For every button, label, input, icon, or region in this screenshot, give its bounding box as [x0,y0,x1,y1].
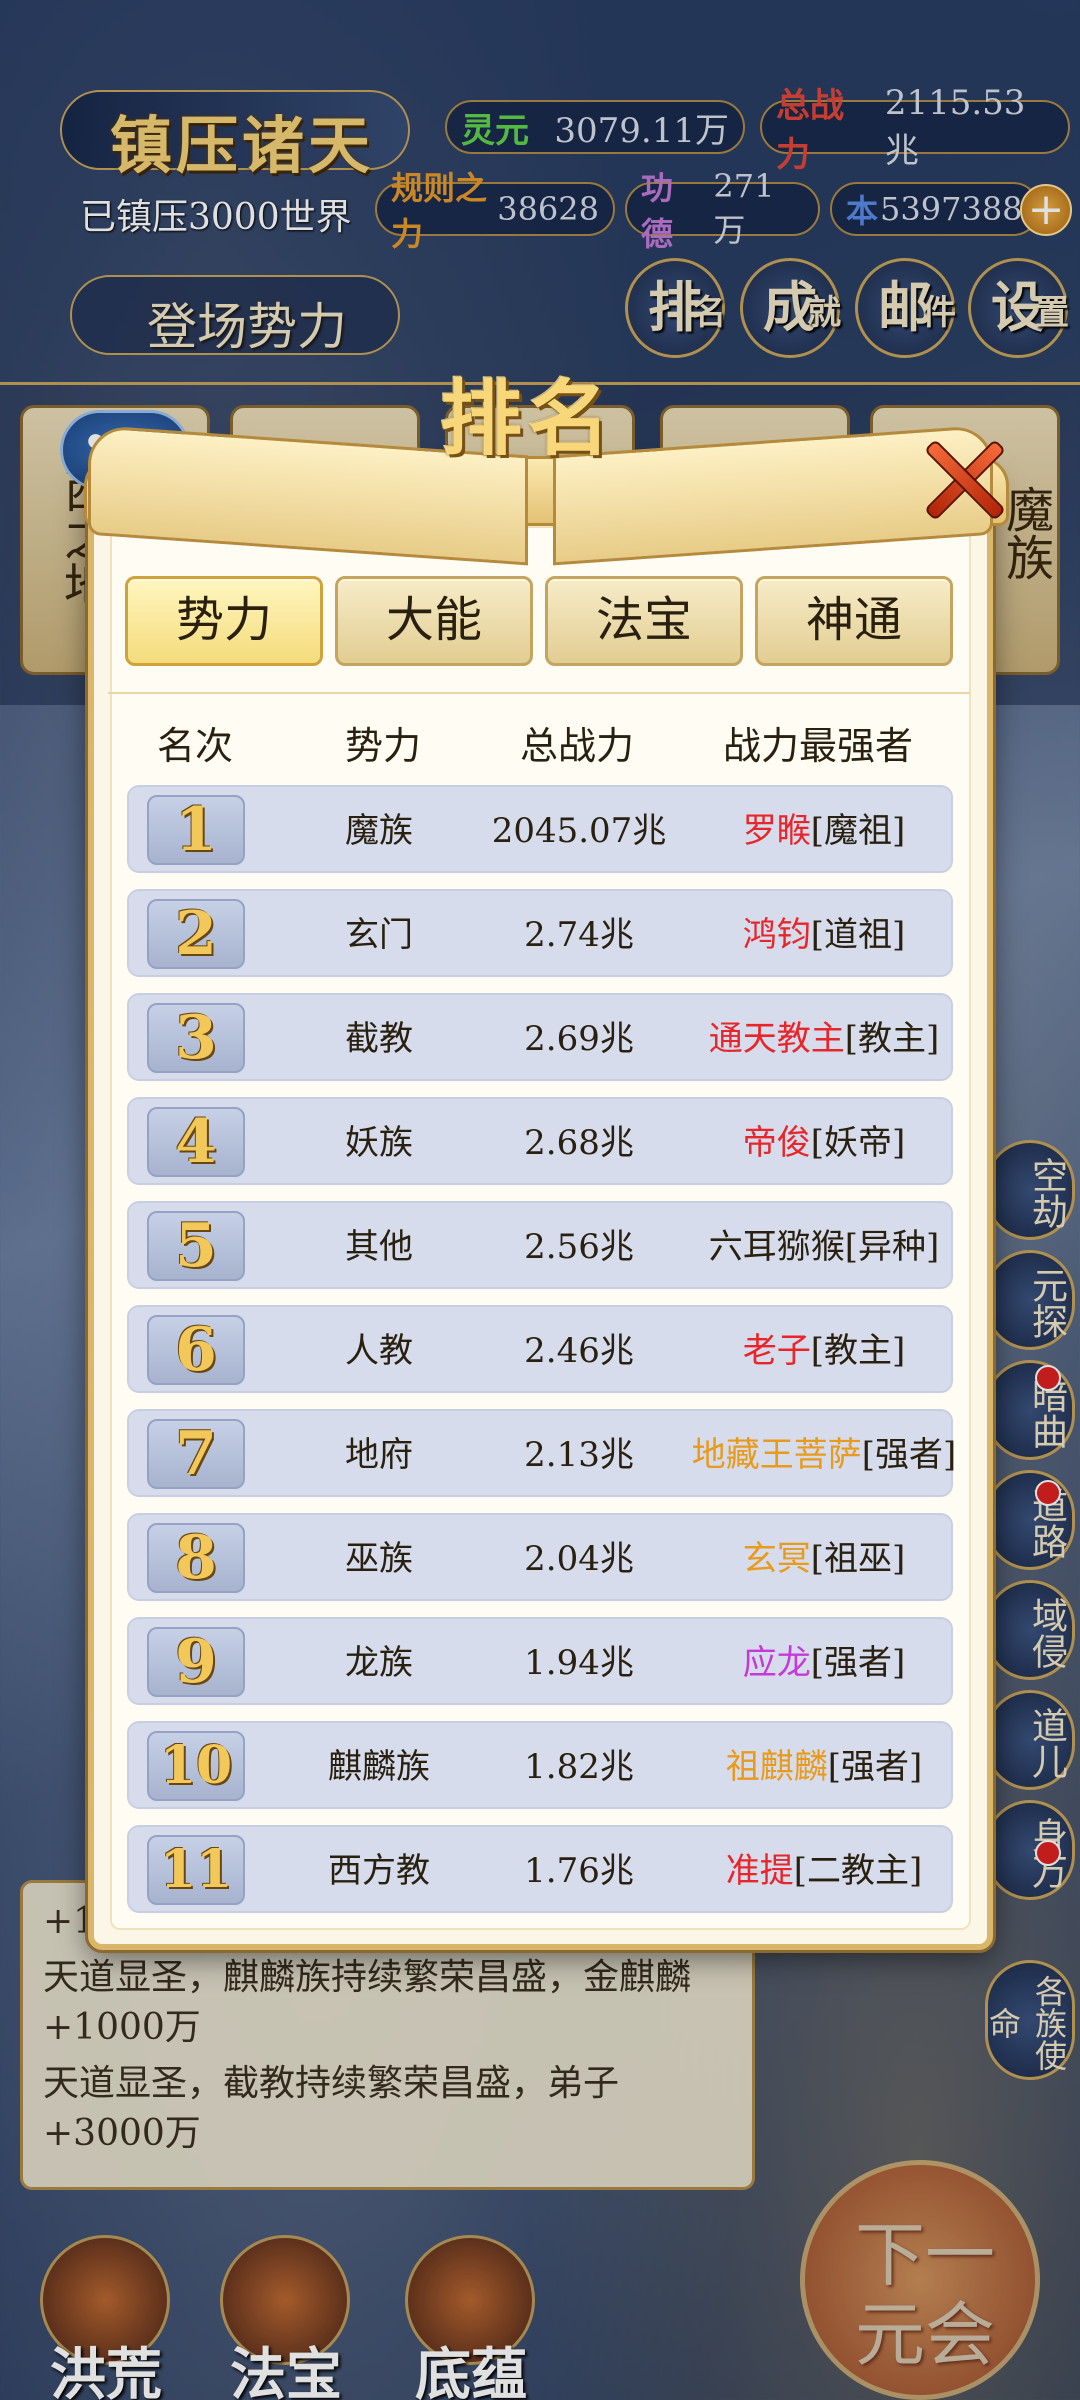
strongest-title: [魔祖] [810,811,906,851]
strongest-name: 通天教主 [708,1019,845,1059]
faction-name: 人教 [345,1331,413,1371]
strongest-title: [二教主] [793,1851,923,1891]
strongest-name: 六耳猕猴 [708,1227,845,1267]
rank-number: 5 [147,1211,245,1281]
total-power: 2045.07兆 [491,811,667,851]
strongest-title: [祖巫] [810,1539,906,1579]
strongest-cell: 祖麒麟[强者] [689,1723,959,1811]
rank-number: 4 [147,1107,245,1177]
rank-number: 3 [147,1003,245,1073]
rank-number: 10 [147,1731,245,1801]
total-power: 2.69兆 [524,1019,634,1059]
table-row[interactable]: 4 妖族 2.68兆 帝俊[妖帝] [127,1097,953,1185]
table-row[interactable]: 8 巫族 2.04兆 玄冥[祖巫] [127,1513,953,1601]
strongest-title: [强者] [827,1747,923,1787]
table-row[interactable]: 11 西方教 1.76兆 准提[二教主] [127,1825,953,1913]
column-header-faction: 势力 [345,724,422,768]
tab-faction[interactable]: 势力 [125,576,323,666]
strongest-cell: 准提[二教主] [689,1827,959,1915]
strongest-cell: 老子[教主] [689,1307,959,1395]
table-row[interactable]: 5 其他 2.56兆 六耳猕猴[异种] [127,1201,953,1289]
strongest-title: [妖帝] [810,1123,906,1163]
strongest-title: [异种] [844,1227,940,1267]
table-row[interactable]: 6 人教 2.46兆 老子[教主] [127,1305,953,1393]
table-row[interactable]: 1 魔族 2045.07兆 罗睺[魔祖] [127,785,953,873]
close-icon[interactable] [912,430,1012,530]
ranking-tabs: 势力 大能 法宝 神通 [125,576,955,666]
faction-name: 地府 [345,1435,413,1475]
total-power: 2.13兆 [524,1435,634,1475]
strongest-name: 祖麒麟 [725,1747,828,1787]
rank-number: 2 [147,899,245,969]
strongest-name: 帝俊 [742,1123,811,1163]
strongest-name: 罗睺 [742,811,811,851]
column-header-strongest: 战力最强者 [723,724,914,768]
rank-number: 8 [147,1523,245,1593]
table-row[interactable]: 3 截教 2.69兆 通天教主[教主] [127,993,953,1081]
strongest-cell: 鸿钧[道祖] [689,891,959,979]
strongest-name: 准提 [725,1851,794,1891]
strongest-name: 地藏王菩萨 [691,1435,862,1475]
faction-name: 龙族 [345,1643,413,1683]
column-header-rank: 名次 [157,724,234,768]
faction-name: 魔族 [345,811,413,851]
total-power: 2.04兆 [524,1539,634,1579]
rank-number: 6 [147,1315,245,1385]
total-power: 2.68兆 [524,1123,634,1163]
strongest-title: [强者] [861,1435,957,1475]
strongest-name: 鸿钧 [742,915,811,955]
header-divider [108,692,970,694]
faction-name: 巫族 [345,1539,413,1579]
total-power: 2.56兆 [524,1227,634,1267]
strongest-title: [教主] [844,1019,940,1059]
strongest-name: 应龙 [742,1643,811,1683]
total-power: 1.76兆 [524,1851,634,1891]
modal-title: 排名 [440,371,617,467]
strongest-cell: 地藏王菩萨[强者] [689,1411,959,1499]
rank-number: 9 [147,1627,245,1697]
strongest-cell: 六耳猕猴[异种] [689,1203,959,1291]
total-power: 1.82兆 [524,1747,634,1787]
rank-number: 11 [147,1835,245,1905]
faction-name: 麒麟族 [328,1747,430,1787]
total-power: 2.46兆 [524,1331,634,1371]
faction-name: 妖族 [345,1123,413,1163]
strongest-title: [强者] [810,1643,906,1683]
rank-number: 7 [147,1419,245,1489]
faction-name: 截教 [345,1019,413,1059]
tab-treasure[interactable]: 法宝 [545,576,743,666]
table-row[interactable]: 2 玄门 2.74兆 鸿钧[道祖] [127,889,953,977]
strongest-name: 老子 [742,1331,811,1371]
tab-great-power[interactable]: 大能 [335,576,533,666]
strongest-cell: 通天教主[教主] [689,995,959,1083]
total-power: 2.74兆 [524,915,634,955]
strongest-cell: 应龙[强者] [689,1619,959,1707]
strongest-cell: 罗睺[魔祖] [689,787,959,875]
strongest-title: [道祖] [810,915,906,955]
rank-number: 1 [147,795,245,865]
table-row[interactable]: 9 龙族 1.94兆 应龙[强者] [127,1617,953,1705]
table-row[interactable]: 7 地府 2.13兆 地藏王菩萨[强者] [127,1409,956,1497]
table-row[interactable]: 10 麒麟族 1.82兆 祖麒麟[强者] [127,1721,953,1809]
tab-divine-skill[interactable]: 神通 [755,576,953,666]
faction-name: 其他 [345,1227,413,1267]
strongest-title: [教主] [810,1331,906,1371]
strongest-cell: 帝俊[妖帝] [689,1099,959,1187]
total-power: 1.94兆 [524,1643,634,1683]
faction-name: 西方教 [328,1851,430,1891]
column-header-total-power: 总战力 [520,724,635,768]
strongest-cell: 玄冥[祖巫] [689,1515,959,1603]
faction-name: 玄门 [345,915,413,955]
strongest-name: 玄冥 [742,1539,811,1579]
